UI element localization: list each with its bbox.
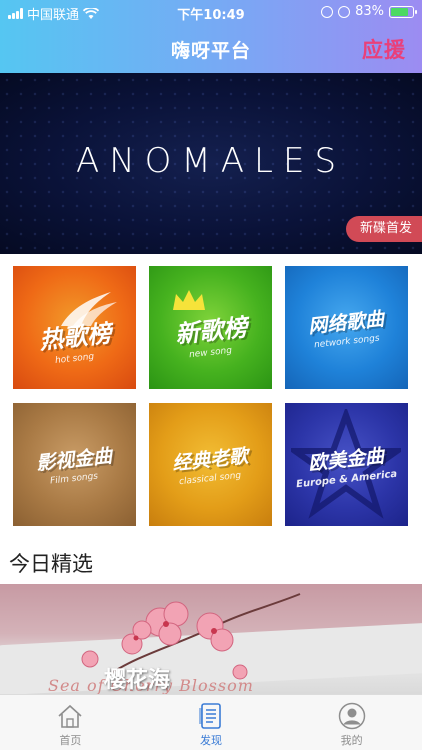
tab-label: 首页 (59, 734, 82, 747)
discover-icon (197, 701, 225, 731)
category-western-songs[interactable]: 欧美金曲 Europe & America (285, 403, 408, 526)
rotation-lock-icon (321, 5, 334, 18)
category-network-songs[interactable]: 网络歌曲 network songs (285, 266, 408, 389)
category-film-songs[interactable]: 影视金曲 Film songs (13, 403, 136, 526)
profile-icon (338, 701, 366, 731)
category-new-songs[interactable]: 新歌榜 new song (149, 266, 272, 389)
status-right: 83% (321, 4, 417, 19)
tab-home[interactable]: 首页 (0, 695, 141, 750)
category-title: 热歌榜 (37, 319, 113, 355)
battery-percent: 83% (355, 4, 384, 19)
tab-label: 发现 (200, 734, 222, 747)
tab-profile[interactable]: 我的 (281, 695, 422, 750)
banner[interactable]: ANOMALES 新碟首发 (0, 73, 422, 254)
category-subtitle: hot song (54, 351, 95, 367)
tab-discover[interactable]: 发现 (141, 695, 282, 750)
crown-icon (173, 290, 205, 310)
category-title: 新歌榜 (173, 313, 249, 349)
tab-bar: 首页 发现 我的 (0, 694, 422, 750)
category-hot-songs[interactable]: 热歌榜 hot song (13, 266, 136, 389)
banner-title: ANOMALES (75, 141, 347, 181)
section-title-today: 今日精选 (9, 552, 93, 576)
battery-fill (391, 7, 409, 16)
page-title: 嗨呀平台 (170, 40, 251, 62)
tab-label: 我的 (340, 734, 363, 747)
category-title: 影视金曲 (35, 445, 114, 475)
support-button[interactable]: 应援 (362, 34, 406, 64)
status-bar: 中国联通 下午10:49 83% (0, 0, 422, 24)
app-header: 中国联通 下午10:49 83% 嗨呀平台 应援 (0, 0, 422, 73)
featured-album-card[interactable]: Sea of Cherry Blossom 樱花海 (0, 584, 422, 694)
featured-album-title: 樱花海 (104, 668, 171, 693)
battery-icon (389, 5, 417, 18)
category-subtitle: new song (188, 345, 233, 361)
new-release-badge[interactable]: 新碟首发 (345, 216, 422, 242)
alarm-icon (338, 5, 351, 18)
category-classic-songs[interactable]: 经典老歌 classical song (149, 403, 272, 526)
home-icon (56, 701, 84, 731)
